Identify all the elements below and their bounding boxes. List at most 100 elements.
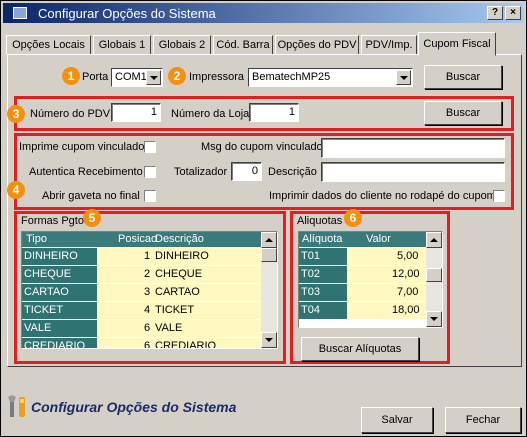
table-row[interactable]: T04 18,00 [299, 302, 442, 319]
porta-select[interactable]: COM1 [111, 68, 163, 87]
tab-opcoes-locais[interactable]: Opções Locais [6, 35, 91, 55]
aliquotas-grid[interactable]: Alíquota Valor T01 5,00 T02 12,00 T03 7,… [298, 231, 443, 328]
descricao-label: Descrição [268, 166, 317, 178]
close-window-button[interactable]: × [505, 6, 521, 20]
formas-grid-header: Tipo Posicao Descrição [22, 232, 277, 247]
aliquotas-title: Aliquotas [297, 215, 343, 227]
scroll-thumb[interactable] [426, 268, 442, 282]
porta-label: Porta [82, 71, 109, 83]
cell-tipo: VALE [22, 320, 97, 337]
scroll-up-icon[interactable] [261, 232, 277, 248]
tab-pdv-imp[interactable]: PDV/Imp. [361, 35, 417, 55]
table-row[interactable]: T03 7,00 [299, 284, 442, 301]
descricao-input[interactable] [321, 162, 505, 182]
table-row[interactable]: TICKET 4 TICKET [22, 302, 277, 319]
badge-1: 1 [62, 67, 80, 85]
totalizador-label: Totalizador [174, 166, 228, 178]
table-row[interactable]: T01 5,00 [299, 248, 442, 265]
badge-6: 6 [344, 209, 362, 227]
cell-aliquota: T03 [299, 284, 347, 301]
formas-scrollbar[interactable] [261, 232, 277, 348]
cell-descricao: CREDIARIO [155, 340, 217, 349]
cell-tipo: CREDIARIO [22, 338, 97, 348]
salvar-button[interactable]: Salvar [361, 407, 433, 433]
autentica-recebimento-checkbox[interactable] [144, 166, 156, 178]
cell-valor: 18,00 [392, 304, 420, 316]
scroll-thumb[interactable] [261, 248, 277, 262]
aliquotas-grid-header: Alíquota Valor [299, 232, 442, 247]
numero-pdv-input[interactable]: 1 [111, 103, 161, 122]
msg-cupom-vinculado-input[interactable] [321, 138, 505, 158]
table-row[interactable]: CREDIARIO 6 CREDIARIO [22, 338, 277, 349]
scroll-down-icon[interactable] [261, 332, 277, 348]
tools-icon [8, 395, 25, 417]
formas-pgto-grid[interactable]: Tipo Posicao Descrição DINHEIRO 1 DINHEI… [21, 231, 278, 349]
numero-pdv-label: Número do PDV [30, 108, 111, 120]
table-row[interactable]: CARTAO 3 CARTAO [22, 284, 277, 301]
title-bar[interactable]: Configurar Opções do Sistema ? × [3, 3, 524, 23]
totalizador-input[interactable]: 0 [231, 162, 262, 181]
tab-globais-1[interactable]: Globais 1 [93, 35, 151, 55]
table-row[interactable]: CHEQUE 2 CHEQUE [22, 266, 277, 283]
imprimir-dados-cliente-label: Imprimir dados do cliente no rodapé do c… [269, 190, 496, 202]
col-aliquota[interactable]: Alíquota [302, 233, 342, 245]
buscar-impressora-button[interactable]: Buscar [424, 65, 502, 89]
aliquotas-scrollbar[interactable] [426, 232, 442, 327]
buscar-aliquotas-button[interactable]: Buscar Alíquotas [301, 337, 419, 361]
col-posicao[interactable]: Posicao [118, 233, 157, 245]
table-row[interactable]: VALE 6 VALE [22, 320, 277, 337]
cell-valor: 5,00 [397, 250, 419, 262]
impressora-value: BematechMP25 [252, 71, 331, 83]
cell-descricao: TICKET [155, 304, 195, 316]
help-button[interactable]: ? [487, 6, 503, 20]
table-row[interactable]: DINHEIRO 1 DINHEIRO [22, 248, 277, 265]
chevron-down-icon[interactable] [396, 70, 411, 85]
buscar-pdv-button[interactable]: Buscar [424, 101, 502, 125]
fechar-button[interactable]: Fechar [445, 407, 521, 433]
cell-tipo: TICKET [22, 302, 97, 319]
cell-tipo: DINHEIRO [22, 248, 97, 265]
col-valor[interactable]: Valor [366, 233, 391, 245]
porta-value: COM1 [115, 71, 147, 83]
badge-4: 4 [7, 181, 25, 199]
formas-pgto-title: Formas Pgto [21, 215, 84, 227]
imprime-cupom-vinculado-checkbox[interactable] [144, 141, 156, 153]
scroll-up-icon[interactable] [426, 232, 442, 248]
tab-globais-2[interactable]: Globais 2 [153, 35, 211, 55]
tab-cupom-fiscal[interactable]: Cupom Fiscal [418, 32, 496, 56]
scroll-down-icon[interactable] [426, 311, 442, 327]
cell-valor: 12,00 [392, 268, 420, 280]
tab-cod-barra[interactable]: Cód. Barra [213, 35, 273, 55]
cell-tipo: CARTAO [22, 284, 97, 301]
window-title: Configurar Opções do Sistema [38, 6, 216, 21]
numero-loja-input[interactable]: 1 [249, 103, 299, 122]
impressora-select[interactable]: BematechMP25 [248, 68, 413, 87]
cell-descricao: VALE [155, 322, 183, 334]
tab-opcoes-pdv[interactable]: Opções do PDV [275, 35, 359, 55]
abrir-gaveta-checkbox[interactable] [144, 190, 156, 202]
cell-posicao: 3 [144, 286, 151, 298]
badge-3: 3 [7, 105, 25, 123]
chevron-down-icon[interactable] [146, 70, 161, 85]
col-tipo[interactable]: Tipo [26, 233, 47, 245]
cell-descricao: DINHEIRO [155, 250, 209, 262]
cell-descricao: CARTAO [155, 286, 200, 298]
impressora-label: Impressora [189, 71, 245, 83]
badge-2: 2 [168, 67, 186, 85]
cell-posicao: 1 [144, 250, 151, 262]
badge-5: 5 [83, 209, 101, 227]
cell-aliquota: T02 [299, 266, 347, 283]
app-icon [13, 7, 27, 19]
col-descricao[interactable]: Descrição [155, 233, 204, 245]
cell-descricao: CHEQUE [155, 268, 203, 280]
cell-posicao: 6 [144, 340, 151, 349]
cell-aliquota: T04 [299, 302, 347, 319]
cell-valor: 7,00 [397, 286, 419, 298]
abrir-gaveta-label: Abrir gaveta no final [42, 190, 140, 202]
imprimir-dados-cliente-checkbox[interactable] [493, 190, 505, 202]
numero-loja-label: Número da Loja [171, 108, 250, 120]
table-row[interactable]: T02 12,00 [299, 266, 442, 283]
msg-cupom-vinculado-label: Msg do cupom vinculado [201, 141, 323, 153]
cell-tipo: CHEQUE [22, 266, 97, 283]
imprime-cupom-vinculado-label: Imprime cupom vinculado [19, 141, 145, 153]
